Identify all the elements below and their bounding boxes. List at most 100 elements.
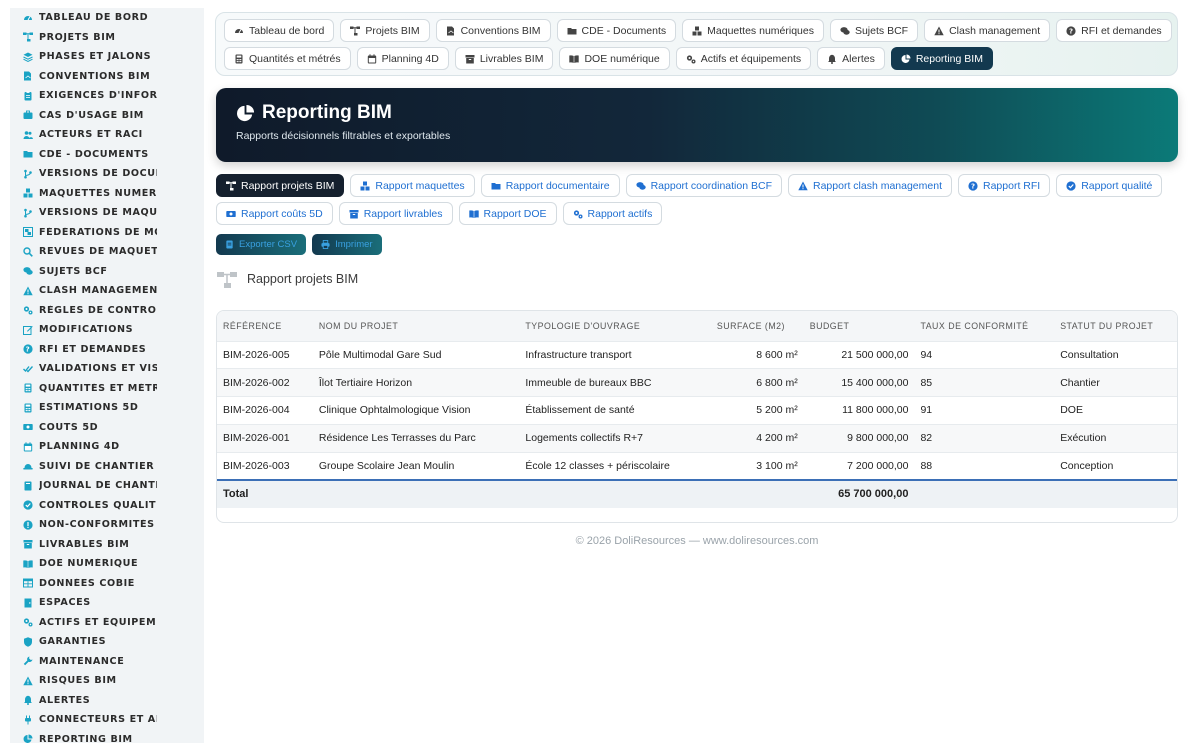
sidebar-item-cas-d-usage-bim[interactable]: CAS D'USAGE BIM (10, 106, 204, 126)
wrench-icon (23, 656, 33, 666)
cell-statut-du-projet: Chantier (1054, 368, 1177, 397)
sidebar-item-acteurs-et-raci[interactable]: ACTEURS ET RACI (10, 125, 204, 145)
tab-rapport-livrables[interactable]: Rapport livrables (338, 202, 453, 225)
sidebar-item-doe-numerique[interactable]: DOE NUMÉRIQUE (10, 554, 204, 574)
tab-rapport-clash-management[interactable]: Rapport clash management (788, 174, 952, 197)
nav-actifs-et-equipements[interactable]: Actifs et équipements (675, 47, 812, 70)
nav-planning-4d[interactable]: Planning 4D (356, 47, 449, 70)
check-double-icon (23, 364, 33, 374)
sidebar-item-federations-de-mode[interactable]: FÉDÉRATIONS DE MODÈ (10, 223, 204, 243)
sidebar-item-clash-management[interactable]: CLASH MANAGEMENT (10, 281, 204, 301)
export-csv-button[interactable]: Exporter CSV (216, 234, 307, 255)
tab-rapport-maquettes[interactable]: Rapport maquettes (350, 174, 475, 197)
sidebar: TABLEAU DE BORD PROJETS BIM PHASES ET JALO… (10, 8, 204, 743)
sidebar-item-label: MODIFICATIONS (39, 324, 134, 336)
sidebar-item-quantites-et-metres[interactable]: QUANTITÉS ET MÉTRÉS (10, 379, 204, 399)
nav-alertes[interactable]: Alertes (817, 47, 885, 70)
nav-livrables-bim[interactable]: Livrables BIM (454, 47, 554, 70)
sidebar-item-label: CONTRÔLES QUALITÉ (39, 499, 157, 511)
cell-reference: BIM-2026-002 (217, 368, 313, 397)
nav-tableau-de-bord[interactable]: Tableau de bord (224, 19, 335, 42)
file-signature-icon (446, 26, 456, 36)
sidebar-item-alertes[interactable]: ALERTES (10, 691, 204, 711)
sidebar-item-cde-documents[interactable]: CDE - DOCUMENTS (10, 145, 204, 165)
tab-label: Rapport DOE (483, 207, 547, 220)
cogs-icon (23, 305, 33, 315)
nav-conventions-bim[interactable]: Conventions BIM (435, 19, 551, 42)
sidebar-item-connecteurs-et-api[interactable]: CONNECTEURS ET API (10, 710, 204, 730)
sidebar-item-validations-et-visas[interactable]: VALIDATIONS ET VISAS (10, 359, 204, 379)
nav-rfi-et-demandes[interactable]: ? RFI et demandes (1056, 19, 1172, 42)
gauge-icon (234, 26, 244, 36)
nav-doe-numerique[interactable]: DOE numérique (559, 47, 670, 70)
tab-rapport-projets-bim[interactable]: Rapport projets BIM (216, 174, 345, 197)
file-csv-icon (225, 240, 234, 249)
nav-clash-management[interactable]: Clash management (924, 19, 1051, 42)
sidebar-item-regles-de-controle[interactable]: RÈGLES DE CONTRÔLE (10, 301, 204, 321)
sidebar-item-suivi-de-chantier[interactable]: SUIVI DE CHANTIER (10, 457, 204, 477)
table-row[interactable]: BIM-2026-005 Pôle Multimodal Gare Sud Infr… (217, 340, 1177, 369)
sidebar-item-maintenance[interactable]: MAINTENANCE (10, 652, 204, 672)
sidebar-item-conventions-bim[interactable]: CONVENTIONS BIM (10, 67, 204, 87)
tab-rapport-doe[interactable]: Rapport DOE (458, 202, 557, 225)
print-button[interactable]: Imprimer (312, 234, 382, 255)
sidebar-item-tableau-de-bord[interactable]: TABLEAU DE BORD (10, 8, 204, 28)
sidebar-item-controles-qualite[interactable]: CONTRÔLES QUALITÉ (10, 496, 204, 516)
sidebar-item-journal-de-chantier[interactable]: JOURNAL DE CHANTIER (10, 476, 204, 496)
sidebar-item-phases-et-jalons[interactable]: PHASES ET JALONS (10, 47, 204, 67)
sidebar-item-planning-4d[interactable]: PLANNING 4D (10, 437, 204, 457)
cell-reference: BIM-2026-001 (217, 423, 313, 453)
nav-sujets-bcf[interactable]: Sujets BCF (829, 19, 919, 42)
sidebar-item-label: PHASES ET JALONS (39, 51, 152, 63)
sidebar-item-rfi-et-demandes[interactable]: ? RFI ET DEMANDES (10, 340, 204, 360)
sidebar-item-non-conformites[interactable]: NON-CONFORMITÉS (10, 515, 204, 535)
sidebar-item-donnees-cobie[interactable]: DONNÉES COBIE (10, 574, 204, 594)
sidebar-item-actifs-et-equipement[interactable]: ACTIFS ET ÉQUIPEMENT (10, 613, 204, 633)
nav-cde-documents[interactable]: CDE - Documents (556, 19, 677, 42)
tab-rapport-coordination-bcf[interactable]: Rapport coordination BCF (625, 174, 782, 197)
object-group-icon (23, 227, 33, 238)
calculator-icon (23, 403, 33, 413)
sidebar-item-garanties[interactable]: GARANTIES (10, 632, 204, 652)
sidebar-item-livrables-bim[interactable]: LIVRABLES BIM (10, 535, 204, 555)
folder-icon (567, 26, 577, 36)
nav-reporting-bim[interactable]: Reporting BIM (890, 47, 993, 70)
sidebar-item-revues-de-maquettes[interactable]: REVUES DE MAQUETTES (10, 242, 204, 262)
book-open-icon (468, 209, 479, 219)
sidebar-item-sujets-bcf[interactable]: SUJETS BCF (10, 262, 204, 282)
report-tabs-row: Rapport projets BIM Rapport maquettes Rapp… (216, 174, 1178, 197)
page-title-row: Reporting BIM (236, 102, 1158, 124)
table-row[interactable]: BIM-2026-004 Clinique Ophtalmologique Vis… (217, 396, 1177, 425)
tab-rapport-documentaire[interactable]: Rapport documentaire (480, 174, 620, 197)
total-empty-cell (710, 478, 804, 508)
sidebar-item-label: CAS D'USAGE BIM (39, 109, 144, 121)
table-row[interactable]: BIM-2026-002 Îlot Tertiaire Horizon Immeub… (217, 368, 1177, 397)
sidebar-item-reporting-bim[interactable]: REPORTING BIM (10, 730, 204, 743)
sidebar-item-espaces[interactable]: ESPACES (10, 593, 204, 613)
nav-label: Projets BIM (365, 24, 420, 37)
sidebar-item-versions-de-documen[interactable]: VERSIONS DE DOCUMEN (10, 164, 204, 184)
tab-rapport-actifs[interactable]: Rapport actifs (562, 202, 663, 225)
tab-rapport-qualite[interactable]: Rapport qualité (1056, 174, 1163, 197)
sidebar-item-couts-5d[interactable]: COÛTS 5D (10, 418, 204, 438)
table-row[interactable]: BIM-2026-001 Résidence Les Terrasses du P… (217, 423, 1177, 453)
file-signature-icon (23, 71, 33, 81)
table-row[interactable]: BIM-2026-003 Groupe Scolaire Jean Moulin É… (217, 451, 1177, 480)
sidebar-item-versions-de-maquett[interactable]: VERSIONS DE MAQUETT (10, 203, 204, 223)
svg-text:?: ? (26, 346, 31, 354)
sidebar-item-risques-bim[interactable]: RISQUES BIM (10, 671, 204, 691)
book-open-icon (569, 54, 580, 64)
sidebar-item-maquettes-numeriqu[interactable]: MAQUETTES NUMÉRIQU (10, 184, 204, 204)
nav-projets-bim[interactable]: Projets BIM (340, 19, 430, 42)
nav-maquettes-numeriques[interactable]: Maquettes numériques (682, 19, 824, 42)
tab-rapport-couts-5d[interactable]: Rapport coûts 5D (216, 202, 333, 225)
briefcase-icon (23, 110, 33, 120)
sidebar-item-exigences-d-informati[interactable]: EXIGENCES D'INFORMATI (10, 86, 204, 106)
sidebar-item-modifications[interactable]: MODIFICATIONS (10, 320, 204, 340)
calendar-icon (23, 442, 33, 452)
tab-rapport-rfi[interactable]: ? Rapport RFI (958, 174, 1051, 197)
nav-quantites-et-metres[interactable]: Quantités et métrés (224, 47, 351, 70)
sidebar-item-estimations-5d[interactable]: ESTIMATIONS 5D (10, 398, 204, 418)
sidebar-item-projets-bim[interactable]: PROJETS BIM (10, 28, 204, 48)
top-nav-row: Quantités et métrés Planning 4D Livrables … (224, 47, 1169, 70)
